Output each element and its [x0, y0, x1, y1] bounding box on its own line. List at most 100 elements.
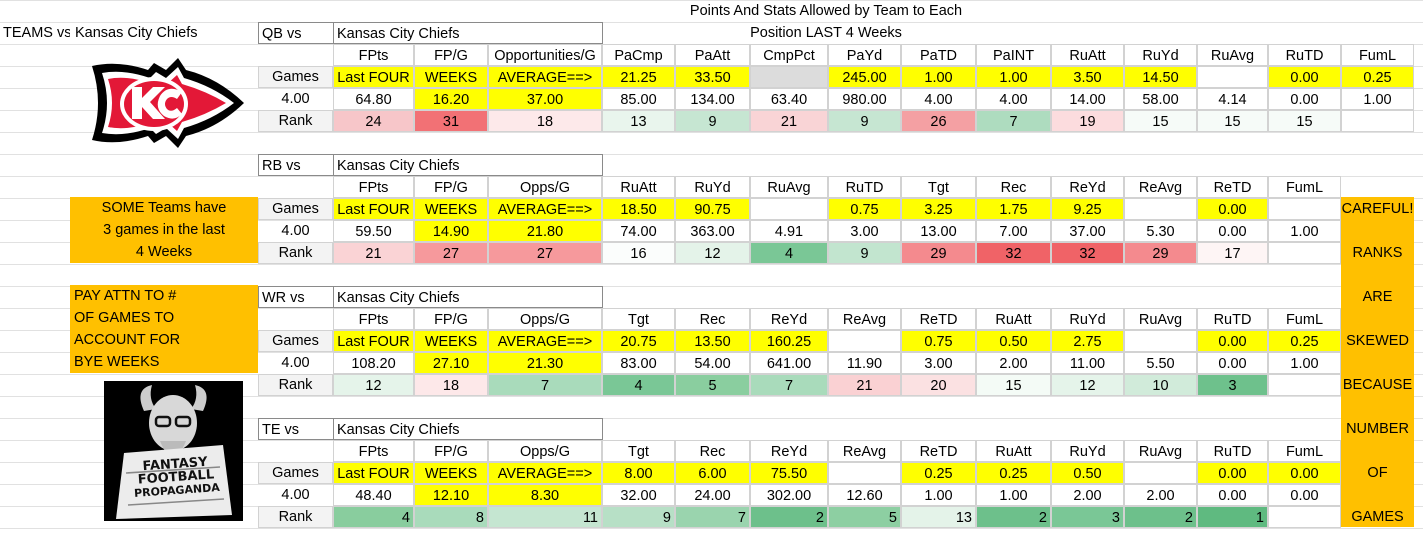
total-cell: 7.00	[976, 220, 1051, 242]
column-header: PaAtt	[675, 44, 750, 66]
column-header: ReAvg	[1124, 176, 1197, 198]
column-header: Rec	[976, 176, 1051, 198]
rank-cell	[1268, 374, 1341, 396]
per-game-cell	[1124, 330, 1197, 352]
per-game-cell: 0.50	[1051, 462, 1124, 484]
total-cell: 37.00	[1051, 220, 1124, 242]
per-game-cell: 0.00	[1268, 66, 1341, 88]
total-cell: 32.00	[602, 484, 675, 506]
per-game-cell: 21.25	[602, 66, 675, 88]
column-header: Tgt	[901, 176, 976, 198]
rank-cell: 27	[414, 242, 488, 264]
column-header: FPts	[333, 308, 414, 330]
per-game-cell: 1.00	[901, 66, 976, 88]
caution-note-line: OF	[1367, 465, 1388, 481]
rank-cell: 12	[675, 242, 750, 264]
rank-cell: 19	[1051, 110, 1124, 132]
note-line: 4 Weeks	[135, 244, 193, 260]
total-cell: 21.30	[488, 352, 602, 374]
per-game-cell: 0.25	[976, 462, 1051, 484]
per-game-cell: 0.50	[976, 330, 1051, 352]
column-header: RuTD	[1268, 44, 1341, 66]
rank-cell: 4	[333, 506, 414, 528]
column-header: RuYd	[675, 176, 750, 198]
total-cell: 363.00	[675, 220, 750, 242]
games-label: Games	[272, 69, 319, 85]
per-game-cell: 18.50	[602, 198, 675, 220]
column-header: RuAvg	[1124, 308, 1197, 330]
gridline	[0, 528, 1423, 529]
column-header: FPts	[333, 440, 414, 462]
total-cell: 2.00	[1124, 484, 1197, 506]
per-game-cell: 20.75	[602, 330, 675, 352]
column-header: FPts	[333, 44, 414, 66]
column-header: FP/G	[414, 440, 488, 462]
rank-cell: 15	[1124, 110, 1197, 132]
total-cell: 980.00	[828, 88, 901, 110]
column-header: ReTD	[901, 440, 976, 462]
total-cell: 12.10	[414, 484, 488, 506]
column-header: Tgt	[602, 308, 675, 330]
rank-cell: 21	[333, 242, 414, 264]
per-game-cell: WEEKS	[414, 462, 488, 484]
page-title: Points And Stats Allowed by Team to Each	[689, 3, 963, 19]
total-cell: 13.00	[901, 220, 976, 242]
total-cell: 5.30	[1124, 220, 1197, 242]
rank-cell: 2	[750, 506, 828, 528]
column-header: FumL	[1268, 440, 1341, 462]
rank-cell: 12	[333, 374, 414, 396]
per-game-cell: 0.75	[828, 198, 901, 220]
column-header: RuYd	[1051, 440, 1124, 462]
games-label: Games	[272, 465, 319, 481]
column-header: Opportunities/G	[488, 44, 602, 66]
rank-cell: 1	[1197, 506, 1268, 528]
caution-note-line: RANKS	[1352, 245, 1403, 261]
rank-cell: 15	[1268, 110, 1341, 132]
rank-cell: 5	[675, 374, 750, 396]
games-label: Games	[272, 333, 319, 349]
rank-cell	[1268, 242, 1341, 264]
rank-cell: 7	[488, 374, 602, 396]
total-cell: 64.80	[333, 88, 414, 110]
column-header: RuTD	[828, 176, 901, 198]
per-game-cell: Last FOUR	[333, 462, 414, 484]
games-count: 4.00	[281, 223, 310, 239]
per-game-cell: 13.50	[675, 330, 750, 352]
rank-cell: 13	[901, 506, 976, 528]
note-bye-text: PAY ATTN TO # OF GAMES TO ACCOUNT FOR BY…	[74, 285, 258, 373]
per-game-cell: AVERAGE==>	[488, 330, 602, 352]
rank-cell: 9	[675, 110, 750, 132]
per-game-cell	[1124, 462, 1197, 484]
column-header: RuTD	[1197, 440, 1268, 462]
total-cell: 1.00	[1268, 220, 1341, 242]
column-header: PaYd	[828, 44, 901, 66]
rank-cell: 21	[750, 110, 828, 132]
per-game-cell: 90.75	[675, 198, 750, 220]
column-header: RuTD	[1197, 308, 1268, 330]
rank-cell: 29	[1124, 242, 1197, 264]
column-header: Rec	[675, 440, 750, 462]
column-header: ReTD	[901, 308, 976, 330]
column-header: ReYd	[750, 308, 828, 330]
per-game-cell: 8.00	[602, 462, 675, 484]
per-game-cell: WEEKS	[414, 330, 488, 352]
rank-cell: 20	[901, 374, 976, 396]
column-header: CmpPct	[750, 44, 828, 66]
team-name-label: Kansas City Chiefs	[75, 25, 198, 41]
column-header: ReAvg	[828, 440, 901, 462]
rank-cell: 32	[1051, 242, 1124, 264]
per-game-cell: 9.25	[1051, 198, 1124, 220]
games-count: 4.00	[281, 355, 310, 371]
total-cell: 0.00	[1197, 220, 1268, 242]
total-cell: 0.00	[1197, 352, 1268, 374]
column-header: RuAtt	[1051, 44, 1124, 66]
rank-label: Rank	[278, 113, 313, 129]
column-header: RuAvg	[750, 176, 828, 198]
total-cell: 11.90	[828, 352, 901, 374]
total-cell: 3.00	[901, 352, 976, 374]
rank-cell: 8	[414, 506, 488, 528]
per-game-cell: 0.00	[1197, 198, 1268, 220]
total-cell: 54.00	[675, 352, 750, 374]
per-game-cell: AVERAGE==>	[488, 462, 602, 484]
total-cell: 14.90	[414, 220, 488, 242]
